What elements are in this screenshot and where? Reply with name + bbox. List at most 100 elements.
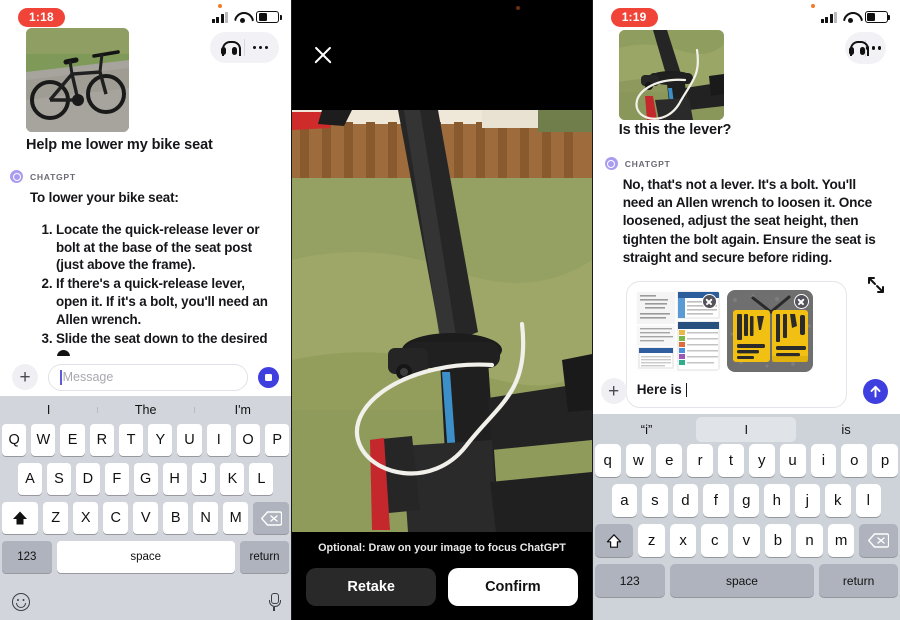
key-y[interactable]: Y xyxy=(148,424,173,456)
suggestion-chip[interactable]: I'm xyxy=(194,403,291,417)
retake-button[interactable]: Retake xyxy=(306,568,437,606)
key-d[interactable]: d xyxy=(672,484,699,517)
key-y[interactable]: y xyxy=(748,444,775,477)
numbers-key[interactable]: 123 xyxy=(2,541,52,573)
remove-attachment-icon[interactable] xyxy=(793,294,809,309)
backspace-key[interactable] xyxy=(859,524,898,557)
user-attached-seatpost-photo[interactable] xyxy=(618,30,724,120)
voice-mode-button[interactable] xyxy=(849,41,869,56)
key-w[interactable]: W xyxy=(31,424,56,456)
close-camera-button[interactable] xyxy=(312,44,334,66)
key-l[interactable]: l xyxy=(855,484,882,517)
key-m[interactable]: M xyxy=(223,502,249,534)
key-b[interactable]: b xyxy=(764,524,792,557)
tool-kit-photo-attachment[interactable] xyxy=(726,290,813,372)
key-x[interactable]: x xyxy=(669,524,697,557)
key-m[interactable]: m xyxy=(827,524,855,557)
emoji-icon[interactable] xyxy=(12,593,30,611)
return-key[interactable]: return xyxy=(239,541,290,573)
more-options-button[interactable] xyxy=(245,32,275,63)
key-s[interactable]: S xyxy=(46,463,71,495)
key-j[interactable]: j xyxy=(794,484,821,517)
key-u[interactable]: U xyxy=(177,424,202,456)
remove-attachment-icon[interactable] xyxy=(701,294,717,309)
microphone-icon[interactable] xyxy=(268,593,281,611)
key-p[interactable]: P xyxy=(265,424,290,456)
key-h[interactable]: H xyxy=(162,463,187,495)
key-a[interactable]: a xyxy=(611,484,638,517)
suggestion-chip[interactable]: “i” xyxy=(597,417,697,442)
space-key[interactable]: space xyxy=(669,564,815,597)
key-r[interactable]: r xyxy=(687,444,714,477)
numbers-key[interactable]: 123 xyxy=(594,564,665,597)
voice-mode-button[interactable] xyxy=(214,32,244,63)
suggestion-chip-selected[interactable]: I xyxy=(696,416,797,442)
key-p[interactable]: p xyxy=(872,444,898,477)
key-q[interactable]: Q xyxy=(2,424,27,456)
message-input[interactable]: Message xyxy=(48,363,249,391)
key-i[interactable]: i xyxy=(810,444,837,477)
document-screenshot-attachment[interactable] xyxy=(634,290,721,372)
shift-key[interactable] xyxy=(594,524,634,557)
key-e[interactable]: e xyxy=(656,444,683,477)
backspace-key[interactable] xyxy=(253,502,290,534)
key-c[interactable]: c xyxy=(701,524,729,557)
suggestion-chip[interactable]: is xyxy=(796,417,896,442)
add-attachment-button[interactable]: + xyxy=(12,364,38,390)
key-r[interactable]: R xyxy=(89,424,114,456)
key-j[interactable]: J xyxy=(191,463,216,495)
ios-keyboard: I The I'm Q W E R T Y U I O P A S D F G … xyxy=(0,396,292,620)
key-n[interactable]: N xyxy=(193,502,219,534)
key-i[interactable]: I xyxy=(206,424,231,456)
key-o[interactable]: o xyxy=(841,444,868,477)
key-h[interactable]: h xyxy=(764,484,790,517)
key-f[interactable]: F xyxy=(104,463,129,495)
text-caret xyxy=(685,382,688,397)
send-button[interactable] xyxy=(863,379,888,404)
camera-action-buttons: Retake Confirm xyxy=(292,568,591,606)
space-key[interactable]: space xyxy=(56,541,235,573)
key-a[interactable]: A xyxy=(18,463,42,495)
key-c[interactable]: C xyxy=(103,502,129,534)
suggestion-chip[interactable]: I xyxy=(0,403,97,417)
confirm-button[interactable]: Confirm xyxy=(448,568,578,606)
key-z[interactable]: z xyxy=(638,524,665,557)
key-b[interactable]: B xyxy=(163,502,189,534)
key-x[interactable]: X xyxy=(73,502,99,534)
backspace-icon xyxy=(868,533,890,548)
key-n[interactable]: n xyxy=(796,524,823,557)
key-e[interactable]: E xyxy=(60,424,85,456)
key-k[interactable]: K xyxy=(220,463,245,495)
key-u[interactable]: u xyxy=(779,444,806,477)
key-t[interactable]: T xyxy=(118,424,144,456)
message-input[interactable]: Here is xyxy=(633,376,840,407)
shift-key[interactable] xyxy=(2,502,39,534)
status-bar: 1:19 xyxy=(593,0,900,30)
key-v[interactable]: v xyxy=(733,524,760,557)
keyboard-rows: q w e r t y u i o p a s d f g h j k l z … xyxy=(593,444,900,597)
keyboard-bottom-bar xyxy=(0,584,291,620)
key-d[interactable]: D xyxy=(75,463,100,495)
captured-photo[interactable] xyxy=(292,110,592,532)
user-attached-bike-photo[interactable] xyxy=(26,28,129,132)
key-l[interactable]: L xyxy=(249,463,274,495)
key-w[interactable]: w xyxy=(625,444,652,477)
key-o[interactable]: O xyxy=(235,424,261,456)
key-f[interactable]: f xyxy=(703,484,729,517)
stop-generating-button[interactable] xyxy=(258,366,280,388)
backspace-icon xyxy=(260,510,282,526)
key-g[interactable]: g xyxy=(733,484,760,517)
add-attachment-button[interactable]: + xyxy=(600,378,627,404)
panel-camera-confirm: Optional: Draw on your image to focus Ch… xyxy=(292,0,592,620)
key-q[interactable]: q xyxy=(594,444,621,477)
return-key[interactable]: return xyxy=(819,564,898,597)
key-t[interactable]: t xyxy=(718,444,744,477)
key-z[interactable]: Z xyxy=(43,502,69,534)
key-s[interactable]: s xyxy=(642,484,668,517)
key-v[interactable]: V xyxy=(133,502,159,534)
key-g[interactable]: G xyxy=(133,463,158,495)
expand-composer-button[interactable] xyxy=(866,275,886,295)
key-k[interactable]: k xyxy=(825,484,851,517)
status-time: 1:18 xyxy=(18,7,65,27)
suggestion-chip[interactable]: The xyxy=(97,403,194,417)
